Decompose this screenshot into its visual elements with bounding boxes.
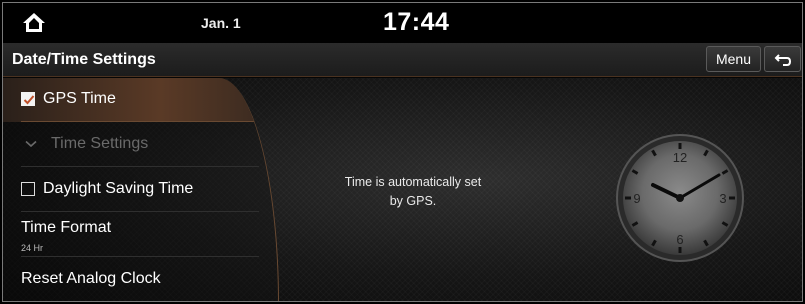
daylight-saving-checkbox[interactable] [21, 182, 35, 196]
checkmark-icon [23, 95, 35, 105]
reset-analog-clock-label: Reset Analog Clock [21, 270, 161, 287]
time-settings-label: Time Settings [51, 135, 149, 152]
back-arrow-icon [774, 54, 792, 66]
divider [21, 121, 265, 122]
time-format-label: Time Format [21, 219, 112, 236]
info-message: Time is automatically set by GPS. [313, 173, 513, 211]
time-settings-option: Time Settings [3, 123, 259, 167]
info-line-1: Time is automatically set [344, 175, 482, 189]
screen-frame: Jan. 1 17:44 Date/Time Settings Menu GPS… [2, 2, 803, 302]
gps-time-checkbox[interactable] [21, 92, 35, 106]
divider [21, 211, 259, 212]
gps-time-label: GPS Time [43, 90, 116, 107]
status-date: Jan. 1 [201, 15, 241, 31]
home-icon [23, 13, 45, 32]
analog-clock: 12 3 6 9 [616, 134, 744, 262]
clock-numeral-12: 12 [673, 150, 687, 165]
settings-list: GPS Time Time Settings Daylight Saving T… [3, 78, 279, 301]
divider [21, 166, 259, 167]
clock-numeral-9: 9 [633, 191, 640, 206]
menu-button[interactable]: Menu [706, 46, 761, 72]
time-format-option[interactable]: Time Format 24 Hr [3, 213, 259, 257]
page-title: Date/Time Settings [12, 51, 156, 68]
chevron-down-icon [25, 140, 37, 148]
status-clock: 17:44 [383, 8, 450, 36]
content-area: GPS Time Time Settings Daylight Saving T… [3, 78, 802, 301]
daylight-saving-option[interactable]: Daylight Saving Time [3, 168, 259, 212]
clock-numeral-6: 6 [676, 232, 683, 247]
status-bar: Jan. 1 17:44 [3, 3, 802, 43]
divider [21, 256, 259, 257]
info-line-2: by GPS. [389, 194, 437, 208]
back-button[interactable] [764, 46, 801, 72]
daylight-saving-label: Daylight Saving Time [43, 180, 194, 197]
gps-time-option[interactable]: GPS Time [3, 78, 265, 122]
time-format-value: 24 Hr [21, 243, 44, 253]
clock-numeral-3: 3 [719, 191, 726, 206]
reset-analog-clock-option[interactable]: Reset Analog Clock [3, 258, 259, 301]
title-bar: Date/Time Settings Menu [3, 43, 802, 77]
home-button[interactable] [21, 11, 47, 35]
